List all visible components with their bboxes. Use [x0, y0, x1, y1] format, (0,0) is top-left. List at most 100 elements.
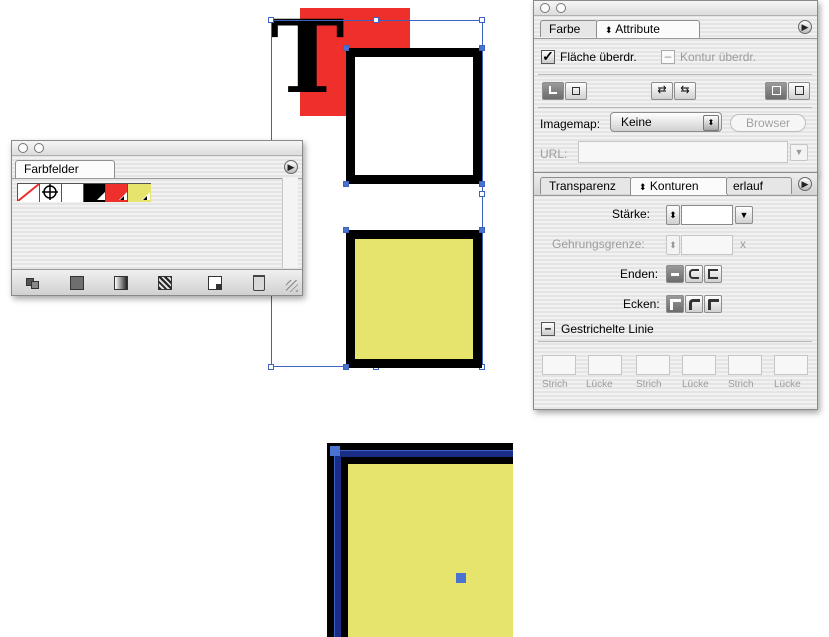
layer-front-icon: [771, 86, 781, 95]
selection-handle[interactable]: [479, 17, 485, 23]
paper-swatch[interactable]: [62, 184, 84, 202]
tab-farbe[interactable]: Farbe: [540, 20, 598, 37]
anchor-point[interactable]: [479, 227, 485, 233]
gap-label-1: Lücke: [586, 379, 613, 390]
konturen-panel: Transparenz ⬍ Konturen erlauf ▶ Stärke: …: [533, 172, 818, 410]
anchor-point[interactable]: [479, 45, 485, 51]
show-gradient-swatches-icon[interactable]: [114, 276, 128, 290]
imagemap-select[interactable]: Keine ⬍: [610, 112, 722, 132]
palette-menu-button[interactable]: ▶: [284, 160, 298, 174]
fill-center-button[interactable]: [565, 82, 587, 100]
center-point-zoomed[interactable]: [456, 573, 466, 583]
divider: [538, 74, 812, 75]
overprint-stroke-checkbox[interactable]: –: [661, 50, 675, 64]
selection-handle[interactable]: [373, 17, 379, 23]
gehrungsgrenze-field[interactable]: [681, 235, 733, 255]
nonprinting-button[interactable]: [542, 82, 564, 100]
anchor-point-zoomed[interactable]: [330, 446, 340, 456]
round-cap-button[interactable]: [685, 265, 703, 283]
chevron-down-icon: ▼: [794, 147, 804, 157]
trash-icon[interactable]: [253, 275, 265, 291]
zoom-icon[interactable]: [34, 143, 44, 153]
staerke-field[interactable]: [681, 205, 733, 225]
miter-join-icon: [669, 299, 681, 310]
tab-konturen[interactable]: ⬍ Konturen: [630, 177, 728, 195]
new-swatch-icon[interactable]: [208, 276, 222, 290]
close-icon[interactable]: [540, 3, 550, 13]
nonprinting-icon: [549, 86, 557, 94]
overprint-back-button[interactable]: [788, 82, 810, 100]
anchor-point[interactable]: [343, 364, 349, 370]
zoomed-yellow-square[interactable]: [327, 443, 513, 637]
anchor-point[interactable]: [343, 181, 349, 187]
white-square[interactable]: [346, 48, 482, 184]
dash-label-1: Strich: [542, 379, 568, 390]
anchor-point[interactable]: [479, 181, 485, 187]
palette-tabrow: Transparenz ⬍ Konturen erlauf ▶: [534, 173, 817, 196]
show-pattern-swatches-icon[interactable]: [158, 276, 172, 290]
vertical-scrollbar[interactable]: [282, 178, 298, 268]
selection-handle[interactable]: [268, 364, 274, 370]
stepper-icon: ⬍: [669, 240, 677, 250]
palette-menu-button[interactable]: ▶: [798, 20, 812, 34]
gehrungsgrenze-suffix: x: [740, 237, 746, 251]
overprint-fill-checkbox[interactable]: ✓: [541, 49, 555, 64]
url-field[interactable]: [578, 141, 788, 163]
tab-attribute[interactable]: ⬍ Attribute: [596, 20, 700, 38]
dash-field-3[interactable]: [728, 355, 762, 375]
palette-menu-button[interactable]: ▶: [798, 177, 812, 191]
round-cap-icon: [689, 269, 699, 279]
none-swatch[interactable]: [18, 184, 40, 202]
gap-field-2[interactable]: [682, 355, 716, 375]
url-dropdown-button[interactable]: ▼: [790, 144, 808, 161]
anchor-point[interactable]: [343, 45, 349, 51]
staerke-dropdown-button[interactable]: ▼: [735, 206, 753, 224]
registration-swatch[interactable]: [40, 184, 62, 202]
reverse-path-alt-icon: ⇆: [680, 84, 690, 96]
dash-field-1[interactable]: [542, 355, 576, 375]
tab-attribute-label: Attribute: [615, 22, 660, 36]
browser-button[interactable]: Browser: [730, 114, 806, 132]
palette-titlebar[interactable]: [12, 141, 302, 156]
miter-join-button[interactable]: [666, 295, 684, 313]
zoom-icon[interactable]: [556, 3, 566, 13]
gap-field-1[interactable]: [588, 355, 622, 375]
tab-stepper-icon: ⬍: [639, 182, 647, 192]
yellow-swatch[interactable]: [128, 184, 151, 202]
gap-field-3[interactable]: [774, 355, 808, 375]
palette-footer: [12, 269, 302, 295]
yellow-square[interactable]: [346, 230, 482, 368]
overprint-front-button[interactable]: [765, 82, 787, 100]
bevel-join-icon: [707, 299, 719, 310]
staerke-stepper[interactable]: ⬍: [666, 205, 680, 225]
butt-cap-icon: [671, 273, 679, 276]
red-swatch[interactable]: [106, 184, 128, 202]
overprint-stroke-label: Kontur überdr.: [680, 50, 757, 64]
gehrungsgrenze-stepper[interactable]: ⬍: [666, 235, 680, 255]
tab-farbfelder[interactable]: Farbfelder: [15, 160, 115, 178]
reverse-path-button[interactable]: ⇄: [651, 82, 673, 100]
tab-verlauf[interactable]: erlauf: [726, 177, 792, 194]
ecken-label: Ecken:: [623, 297, 660, 311]
show-all-swatches-icon[interactable]: [26, 276, 40, 289]
palette-titlebar[interactable]: [534, 1, 817, 16]
selection-handle[interactable]: [479, 191, 485, 197]
dash-field-2[interactable]: [636, 355, 670, 375]
bevel-join-button[interactable]: [704, 295, 722, 313]
anchor-point[interactable]: [343, 227, 349, 233]
farbfelder-panel: Farbfelder ▶: [11, 140, 303, 296]
projecting-cap-button[interactable]: [704, 265, 722, 283]
tab-transparenz[interactable]: Transparenz: [540, 177, 632, 194]
dashed-line-checkbox[interactable]: –: [541, 322, 555, 336]
show-color-swatches-icon[interactable]: [70, 276, 84, 290]
palette-tabrow: Farbfelder ▶: [12, 156, 302, 179]
reverse-path-alt-button[interactable]: ⇆: [674, 82, 696, 100]
butt-cap-button[interactable]: [666, 265, 684, 283]
gehrungsgrenze-label: Gehrungsgrenze:: [552, 237, 645, 251]
triangle-right-icon: ▶: [287, 162, 295, 172]
selection-handle[interactable]: [268, 17, 274, 23]
close-icon[interactable]: [18, 143, 28, 153]
round-join-button[interactable]: [685, 295, 703, 313]
black-swatch[interactable]: [84, 184, 106, 202]
resize-grip-icon[interactable]: [286, 280, 298, 292]
